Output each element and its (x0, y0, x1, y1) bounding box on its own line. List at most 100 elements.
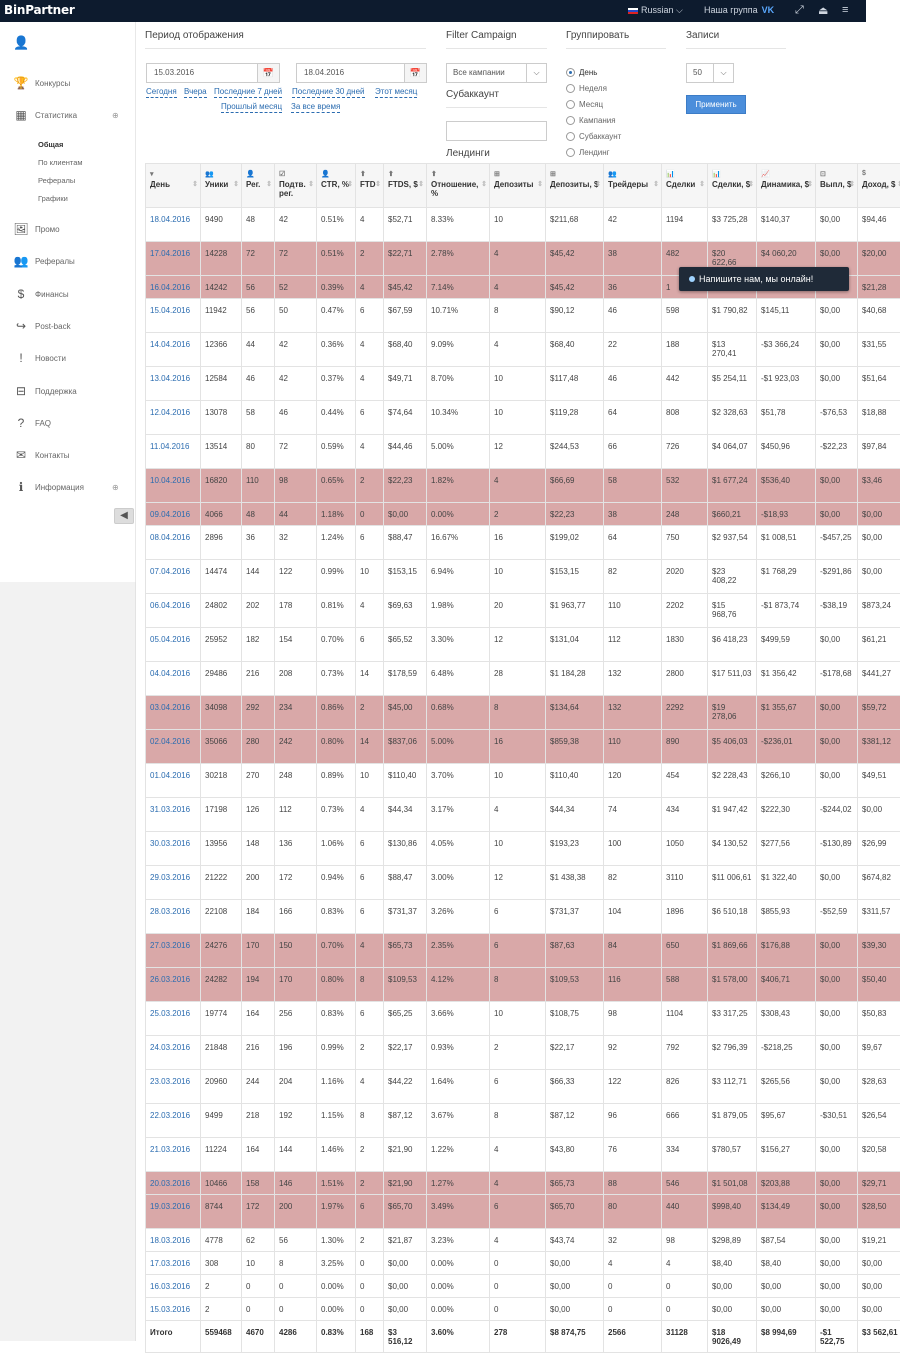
column-header[interactable]: 📊Сделки, $⇕ (708, 164, 757, 208)
group-by-radio[interactable]: Неделя (566, 84, 607, 93)
sidebar-subitem[interactable]: Общая (38, 140, 63, 149)
date-link[interactable]: 29.03.2016 (146, 866, 201, 900)
sidebar-item-10[interactable]: ℹИнформация⊕ (12, 479, 84, 495)
date-link[interactable]: 17.04.2016 (146, 242, 201, 276)
column-header[interactable]: 👥Трейдеры⇕ (604, 164, 662, 208)
sort-icon[interactable]: ⇕ (308, 180, 314, 188)
calendar-icon[interactable]: 📅 (404, 64, 426, 82)
date-link[interactable]: 03.04.2016 (146, 696, 201, 730)
column-header[interactable]: 👤Рег.⇕ (242, 164, 275, 208)
date-link[interactable]: 08.04.2016 (146, 526, 201, 560)
column-header[interactable]: ▾День⇕ (146, 164, 201, 208)
date-link[interactable]: 23.03.2016 (146, 1070, 201, 1104)
sidebar-subitem[interactable]: Рефералы (38, 176, 75, 185)
date-link[interactable]: 18.03.2016 (146, 1229, 201, 1252)
column-header[interactable]: ⊡Выпл, $⇕ (816, 164, 858, 208)
date-from-input[interactable]: 15.03.2016📅 (146, 63, 280, 83)
date-link[interactable]: 02.04.2016 (146, 730, 201, 764)
column-header[interactable]: ⬆FTD⇕ (356, 164, 384, 208)
language-selector[interactable]: Russian ⌵ (628, 5, 683, 16)
date-link[interactable]: 31.03.2016 (146, 798, 201, 832)
date-link[interactable]: 24.03.2016 (146, 1036, 201, 1070)
sidebar-item-6[interactable]: !Новости (12, 350, 66, 366)
date-link[interactable]: 11.04.2016 (146, 435, 201, 469)
sidebar-item-4[interactable]: $Финансы (12, 286, 69, 302)
column-header[interactable]: ☑Подтв. рег.⇕ (275, 164, 317, 208)
sort-icon[interactable]: ⇕ (748, 180, 754, 188)
date-link[interactable]: 09.04.2016 (146, 503, 201, 526)
date-link[interactable]: 26.03.2016 (146, 968, 201, 1002)
hamburger-icon[interactable]: ≡ (842, 4, 848, 16)
column-header[interactable]: 📊Сделки⇕ (662, 164, 708, 208)
sidebar-item-3[interactable]: 👥Рефералы (12, 253, 75, 269)
column-header[interactable]: 👤CTR, %⇕ (317, 164, 356, 208)
date-link[interactable]: 06.04.2016 (146, 594, 201, 628)
date-link[interactable]: 16.03.2016 (146, 1275, 201, 1298)
group-by-radio[interactable]: Кампания (566, 116, 616, 125)
period-link[interactable]: Этот месяц (375, 87, 417, 98)
date-link[interactable]: 25.03.2016 (146, 1002, 201, 1036)
group-by-radio[interactable]: Месяц (566, 100, 603, 109)
group-by-radio[interactable]: Лендинг (566, 148, 610, 157)
expand-icon[interactable]: ⤢ (795, 4, 804, 17)
column-header[interactable]: 👥Уники⇕ (201, 164, 242, 208)
group-by-radio[interactable]: День (566, 68, 597, 77)
sort-icon[interactable]: ⇕ (595, 180, 601, 188)
period-link[interactable]: Сегодня (146, 87, 177, 98)
period-link[interactable]: Последние 7 дней (214, 87, 282, 98)
period-link[interactable]: Вчера (184, 87, 207, 98)
date-link[interactable]: 13.04.2016 (146, 367, 201, 401)
expand-plus-icon[interactable]: ⊕ (112, 111, 119, 120)
sort-icon[interactable]: ⇕ (418, 180, 424, 188)
sort-icon[interactable]: ⇕ (233, 180, 239, 188)
column-header[interactable]: ⬆Отношение, %⇕ (427, 164, 490, 208)
sort-icon[interactable]: ⇕ (266, 180, 272, 188)
logo[interactable]: BinPartner (4, 3, 75, 17)
sidebar-item-0[interactable]: 🏆Конкурсы (12, 75, 70, 91)
group-by-radio[interactable]: Субаккаунт (566, 132, 621, 141)
subaccount-input[interactable] (446, 121, 547, 141)
date-link[interactable]: 28.03.2016 (146, 900, 201, 934)
date-to-input[interactable]: 18.04.2016📅 (296, 63, 427, 83)
sort-icon[interactable]: ⇕ (537, 180, 543, 188)
column-header[interactable]: $Доход, $⇕ (858, 164, 900, 208)
column-header[interactable]: ⬆FTDS, $⇕ (384, 164, 427, 208)
column-header[interactable]: 📈Динамика, $⇕ (757, 164, 816, 208)
date-link[interactable]: 01.04.2016 (146, 764, 201, 798)
date-link[interactable]: 17.03.2016 (146, 1252, 201, 1275)
date-link[interactable]: 15.03.2016 (146, 1298, 201, 1321)
column-header[interactable]: ⊞Депозиты, $⇕ (546, 164, 604, 208)
sidebar-subitem[interactable]: По клиентам (38, 158, 83, 167)
date-link[interactable]: 07.04.2016 (146, 560, 201, 594)
period-link[interactable]: За все время (291, 102, 340, 113)
sidebar-item-1[interactable]: ▦Статистика⊕ (12, 107, 77, 123)
user-icon[interactable]: 👤 (13, 35, 29, 51)
date-link[interactable]: 30.03.2016 (146, 832, 201, 866)
sort-icon[interactable]: ⇕ (347, 180, 353, 188)
sidebar-item-5[interactable]: ↪Post-back (12, 318, 71, 334)
period-link[interactable]: Последние 30 дней (292, 87, 365, 98)
sort-icon[interactable]: ⇕ (849, 180, 855, 188)
date-link[interactable]: 20.03.2016 (146, 1172, 201, 1195)
sort-icon[interactable]: ⇕ (192, 180, 198, 188)
column-header[interactable]: ⊞Депозиты⇕ (490, 164, 546, 208)
online-chat-widget[interactable]: Напишите нам, мы онлайн! (679, 267, 849, 291)
date-link[interactable]: 04.04.2016 (146, 662, 201, 696)
sort-icon[interactable]: ⇕ (699, 180, 705, 188)
logout-icon[interactable]: ⏏ (818, 4, 828, 17)
date-link[interactable]: 18.04.2016 (146, 208, 201, 242)
records-select[interactable]: 50⌵ (686, 63, 734, 83)
our-group-link[interactable]: Наша группаVK (704, 5, 774, 15)
sidebar-subitem[interactable]: Графики (38, 194, 68, 203)
sort-icon[interactable]: ⇕ (375, 180, 381, 188)
date-link[interactable]: 19.03.2016 (146, 1195, 201, 1229)
date-link[interactable]: 14.04.2016 (146, 333, 201, 367)
period-link[interactable]: Прошлый месяц (221, 102, 282, 113)
campaign-select[interactable]: Все кампании⌵ (446, 63, 547, 83)
sort-icon[interactable]: ⇕ (807, 180, 813, 188)
sidebar-item-7[interactable]: ⊟Поддержка (12, 383, 77, 399)
date-link[interactable]: 15.04.2016 (146, 299, 201, 333)
sort-icon[interactable]: ⇕ (481, 180, 487, 188)
sidebar-item-2[interactable]: 🖼Промо (12, 221, 60, 237)
calendar-icon[interactable]: 📅 (257, 64, 279, 82)
